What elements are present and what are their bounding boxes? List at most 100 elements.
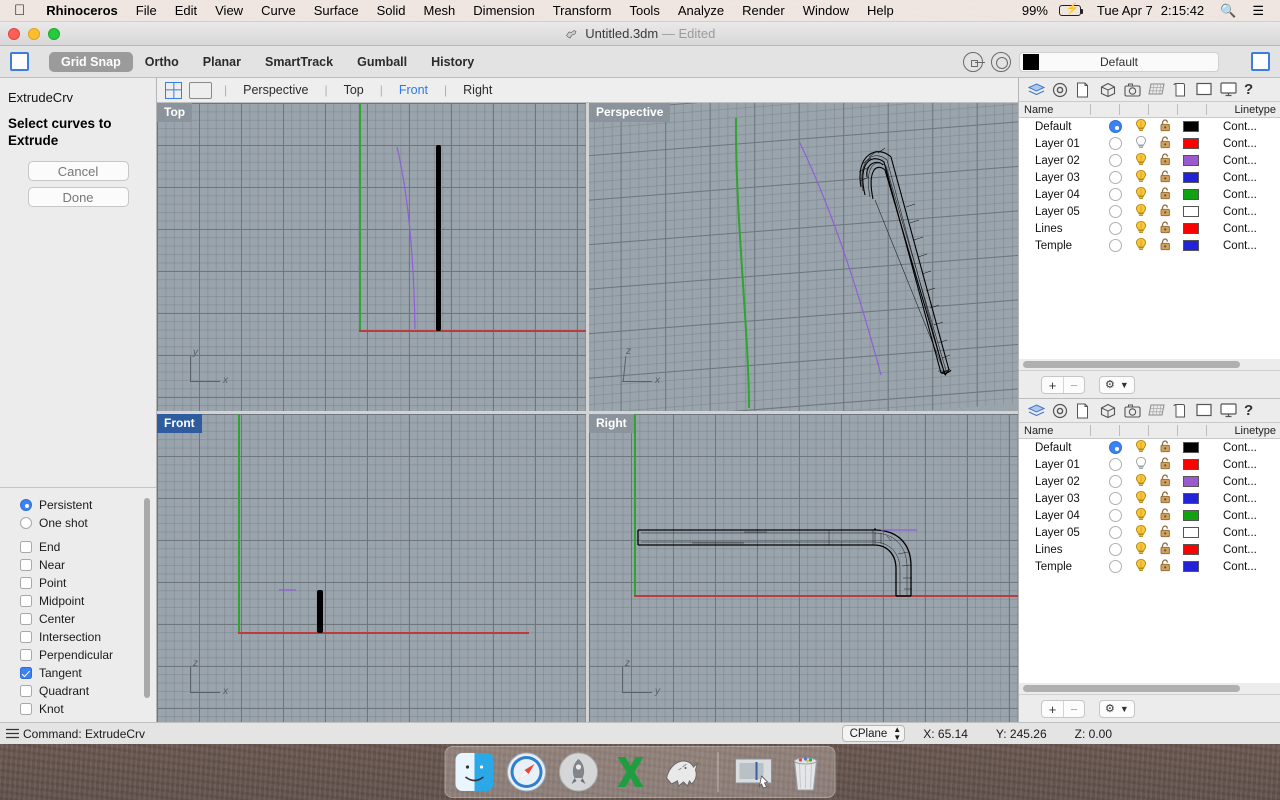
layer-visibility-icon[interactable] [1134, 541, 1148, 558]
menu-item-window[interactable]: Window [794, 0, 858, 22]
checkbox-intersection-icon[interactable] [20, 631, 32, 643]
layer-linetype-label[interactable]: Cont... [1223, 561, 1257, 573]
left-panel-toggle-icon[interactable] [10, 52, 29, 71]
layer-color-swatch[interactable] [1183, 172, 1199, 183]
zoom-button[interactable] [48, 28, 60, 40]
table-row[interactable]: LinesCont... [1019, 541, 1280, 558]
single-view-layout-icon[interactable] [189, 82, 212, 99]
tab-front[interactable]: Front [385, 83, 442, 97]
layer-color-swatch[interactable] [1183, 527, 1199, 538]
trash-icon[interactable] [784, 750, 828, 794]
layer-lock-icon[interactable] [1159, 135, 1172, 152]
grid-icon[interactable] [1148, 82, 1164, 98]
menu-item-mesh[interactable]: Mesh [415, 0, 465, 22]
camera-icon[interactable] [1124, 82, 1140, 98]
column-name[interactable]: Name [1019, 104, 1090, 116]
table-row[interactable]: Layer 02Cont... [1019, 473, 1280, 490]
current-layer-radio[interactable] [1109, 239, 1122, 252]
layers-horizontal-scrollbar[interactable] [1019, 683, 1280, 694]
checkbox-point-icon[interactable] [20, 577, 32, 589]
menubar-date[interactable]: Tue Apr 7 [1089, 0, 1161, 22]
command-line-text[interactable]: Command: ExtrudeCrv [23, 727, 145, 741]
tab-top[interactable]: Top [330, 83, 378, 97]
layer-lock-icon[interactable] [1159, 186, 1172, 203]
layer-linetype-label[interactable]: Cont... [1223, 510, 1257, 522]
current-layer-radio[interactable] [1109, 492, 1122, 505]
object-properties-icon[interactable] [1052, 82, 1068, 98]
layer-linetype-label[interactable]: Cont... [1223, 459, 1257, 471]
radio-one-shot-icon[interactable] [20, 517, 32, 529]
layer-color-swatch[interactable] [1183, 240, 1199, 251]
layer-lock-icon[interactable] [1159, 152, 1172, 169]
column-linetype[interactable]: Linetype [1234, 104, 1280, 116]
current-layer-radio[interactable] [1109, 543, 1122, 556]
tab-perspective[interactable]: Perspective [229, 83, 322, 97]
layer-color-swatch[interactable] [1183, 206, 1199, 217]
add-remove-layer-buttons[interactable]: + − [1041, 700, 1085, 718]
layers-icon[interactable] [1028, 403, 1044, 419]
osnap-mode-one-shot[interactable]: One shot [20, 514, 156, 532]
layer-color-swatch[interactable] [1183, 442, 1199, 453]
menubar-time[interactable]: 2:15:42 [1161, 0, 1212, 22]
add-layer-button[interactable]: + [1042, 701, 1063, 717]
layer-options-button[interactable]: ⚙ ▼ [1099, 376, 1135, 394]
rectangle-icon[interactable] [1196, 82, 1212, 98]
mode-history[interactable]: History [419, 52, 486, 72]
layer-visibility-icon[interactable] [1134, 203, 1148, 220]
osnap-perpendicular[interactable]: Perpendicular [20, 646, 156, 664]
menu-item-dimension[interactable]: Dimension [464, 0, 543, 22]
viewport-perspective[interactable]: Perspective z x [589, 103, 1018, 411]
help-icon[interactable]: ? [1244, 403, 1260, 419]
hamburger-icon[interactable] [0, 728, 23, 739]
layer-visibility-icon[interactable] [1134, 558, 1148, 575]
layer-color-swatch[interactable] [1183, 493, 1199, 504]
current-layer-radio[interactable] [1109, 526, 1122, 539]
target-icon[interactable] [991, 52, 1011, 72]
tab-right[interactable]: Right [449, 83, 506, 97]
layer-lock-icon[interactable] [1159, 439, 1172, 456]
layer-linetype-label[interactable]: Cont... [1223, 155, 1257, 167]
display-icon[interactable] [1220, 403, 1236, 419]
menu-item-edit[interactable]: Edit [166, 0, 206, 22]
layer-lock-icon[interactable] [1159, 507, 1172, 524]
close-button[interactable] [8, 28, 20, 40]
menu-item-render[interactable]: Render [733, 0, 794, 22]
current-layer-radio[interactable] [1109, 458, 1122, 471]
viewport-front[interactable]: Front z x [157, 414, 586, 722]
launchpad-icon[interactable] [557, 750, 601, 794]
layer-color-swatch[interactable] [1183, 189, 1199, 200]
layer-color-swatch[interactable] [1183, 459, 1199, 470]
table-row[interactable]: Layer 04Cont... [1019, 186, 1280, 203]
current-layer-radio[interactable] [1109, 441, 1122, 454]
layer-color-swatch[interactable] [1183, 138, 1199, 149]
layer-color-swatch[interactable] [1183, 510, 1199, 521]
layer-color-swatch[interactable] [1183, 561, 1199, 572]
checkbox-perpendicular-icon[interactable] [20, 649, 32, 661]
layer-color-swatch[interactable] [1183, 544, 1199, 555]
add-remove-layer-buttons[interactable]: + − [1041, 376, 1085, 394]
checkbox-knot-icon[interactable] [20, 703, 32, 715]
column-name[interactable]: Name [1019, 425, 1090, 437]
viewport-right[interactable]: Right z y [589, 414, 1018, 722]
layer-lock-icon[interactable] [1159, 456, 1172, 473]
table-row[interactable]: Layer 05Cont... [1019, 524, 1280, 541]
layer-visibility-icon[interactable] [1134, 135, 1148, 152]
layer-visibility-icon[interactable] [1134, 507, 1148, 524]
checkbox-quadrant-icon[interactable] [20, 685, 32, 697]
scroll-icon[interactable] [1172, 82, 1188, 98]
done-button[interactable]: Done [28, 187, 129, 207]
page-icon[interactable] [1076, 82, 1092, 98]
layer-visibility-icon[interactable] [1134, 152, 1148, 169]
current-layer-radio[interactable] [1109, 137, 1122, 150]
checkbox-midpoint-icon[interactable] [20, 595, 32, 607]
layer-color-swatch[interactable] [1183, 121, 1199, 132]
layer-visibility-icon[interactable] [1134, 237, 1148, 254]
set-cplane-icon[interactable] [963, 52, 983, 72]
layer-color-swatch[interactable] [1183, 155, 1199, 166]
menu-item-file[interactable]: File [127, 0, 166, 22]
layer-linetype-label[interactable]: Cont... [1223, 544, 1257, 556]
osnap-mode-persistent[interactable]: Persistent [20, 496, 156, 514]
osnap-quadrant[interactable]: Quadrant [20, 682, 156, 700]
layer-visibility-icon[interactable] [1134, 169, 1148, 186]
layers-list[interactable]: DefaultCont...Layer 01Cont...Layer 02Con… [1019, 439, 1280, 683]
